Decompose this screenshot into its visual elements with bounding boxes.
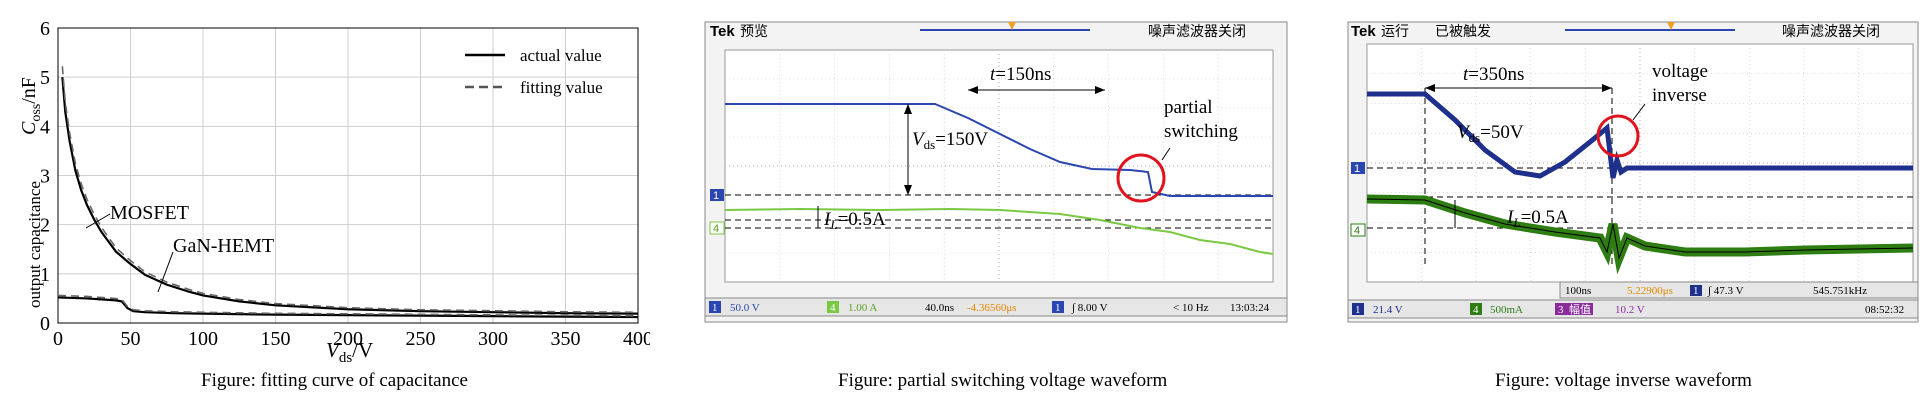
svg-text:5.22900μs: 5.22900μs (1627, 285, 1673, 297)
voltage-inverse-label-2: inverse (1652, 85, 1707, 106)
t-annotation: t=350ns (1463, 64, 1524, 85)
x-tick-label: 300 (478, 328, 508, 350)
svg-text:1: 1 (1354, 163, 1360, 175)
svg-text:1: 1 (1355, 304, 1361, 316)
svg-text:1: 1 (712, 302, 718, 314)
svg-text:08:52:32: 08:52:32 (1865, 304, 1904, 316)
y-axis-label-lower: output capacitance (25, 181, 44, 308)
annotation-gan-hemt: GaN-HEMT (173, 235, 274, 257)
x-tick-label: 0 (53, 328, 63, 350)
svg-text:1: 1 (713, 190, 719, 202)
vds-annotation: Vds=50V (1457, 122, 1524, 145)
svg-text:3: 3 (1558, 304, 1564, 316)
oscilloscope-partial-switching: Tek 预览 噪声滤波器关闭 1 4 t=150ns Vds=150V IL=0… (704, 21, 1288, 323)
scope-status-bar: 1 21.4 V 4 500mA 3 幅值 10.2 V 08:52:32 (1347, 299, 1919, 319)
chart-grid (57, 27, 639, 324)
svg-text:13:03:24: 13:03:24 (1230, 302, 1270, 314)
y-tick-label: 5 (40, 67, 50, 89)
scope-brand: Tek (710, 23, 735, 40)
capacitance-chart: 0 50 100 150 200 250 300 350 400 0123456 actual … (18, 18, 653, 366)
scope-mode: 运行 (1381, 23, 1409, 39)
y-tick-label: 0 (40, 313, 50, 335)
svg-text:4: 4 (1473, 304, 1479, 316)
svg-text:∫ 8.00 V: ∫ 8.00 V (1071, 302, 1108, 314)
scope-mode: 预览 (740, 23, 768, 39)
svg-text:4: 4 (713, 223, 719, 235)
scope-trigger-state: 已被触发 (1435, 23, 1491, 39)
scope-timebase-bar: 100ns 5.22900μs 1 ∫ 47.3 V 545.751kHz (1559, 281, 1919, 299)
chart-legend: actual value fitting value (465, 46, 603, 97)
capacitance-chart-panel: 0 50 100 150 200 250 300 350 400 0123456 actual … (0, 0, 653, 405)
y-tick-label: 6 (40, 18, 50, 40)
svg-text:100ns: 100ns (1565, 285, 1591, 297)
series-actual-mosfet (61, 77, 639, 315)
svg-text:40.0ns: 40.0ns (925, 302, 954, 314)
svg-text:1: 1 (1055, 302, 1061, 314)
svg-text:545.751kHz: 545.751kHz (1813, 285, 1867, 297)
svg-text:50.0 V: 50.0 V (730, 302, 760, 314)
partial-switching-panel: Tek 预览 噪声滤波器关闭 1 4 t=150ns Vds=150V IL=0… (700, 0, 1300, 405)
scope-filter-status: 噪声滤波器关闭 (1148, 23, 1246, 39)
x-tick-label: 250 (406, 328, 436, 350)
svg-text:< 10 Hz: < 10 Hz (1173, 302, 1209, 314)
scope-brand: Tek (1351, 23, 1376, 40)
svg-text:1: 1 (1693, 285, 1699, 297)
voltage-inverse-panel: Tek 运行 已被触发 噪声滤波器关闭 1 4 t=350ns Vds=50V … (1345, 0, 1922, 405)
x-tick-label: 100 (188, 328, 218, 350)
scope-filter-status: 噪声滤波器关闭 (1782, 23, 1880, 39)
scope-status-bar: 1 50.0 V 4 1.00 A 40.0ns -4.36560μs 1 ∫ … (704, 297, 1288, 317)
partial-switching-label-2: switching (1164, 121, 1238, 142)
svg-text:4: 4 (830, 302, 836, 314)
voltage-inverse-label-1: voltage (1652, 61, 1708, 82)
legend-fitting-label: fitting value (520, 78, 603, 97)
x-tick-label: 150 (261, 328, 291, 350)
legend-actual-label: actual value (520, 46, 602, 65)
vds-annotation: Vds=150V (912, 129, 988, 152)
annotation-mosfet: MOSFET (110, 202, 189, 224)
svg-text:1.00 A: 1.00 A (848, 302, 877, 314)
svg-text:21.4 V: 21.4 V (1373, 304, 1403, 316)
middle-figure-caption: Figure: partial switching voltage wavefo… (838, 370, 1168, 391)
right-figure-caption: Figure: voltage inverse waveform (1495, 370, 1752, 391)
oscilloscope-voltage-inverse: Tek 运行 已被触发 噪声滤波器关闭 1 4 t=350ns Vds=50V … (1347, 21, 1919, 323)
svg-text:500mA: 500mA (1490, 304, 1523, 316)
x-tick-label: 350 (551, 328, 581, 350)
t-annotation: t=150ns (990, 64, 1051, 85)
svg-text:幅值: 幅值 (1569, 303, 1591, 316)
x-tick-label: 400 (623, 328, 650, 350)
svg-text:10.2 V: 10.2 V (1615, 304, 1645, 316)
svg-text:∫ 47.3 V: ∫ 47.3 V (1707, 285, 1744, 297)
x-tick-label: 50 (121, 328, 141, 350)
svg-text:4: 4 (1354, 225, 1360, 237)
svg-text:-4.36560μs: -4.36560μs (967, 302, 1017, 314)
partial-switching-label-1: partial (1164, 97, 1213, 118)
left-figure-caption: Figure: fitting curve of capacitance (201, 370, 468, 391)
